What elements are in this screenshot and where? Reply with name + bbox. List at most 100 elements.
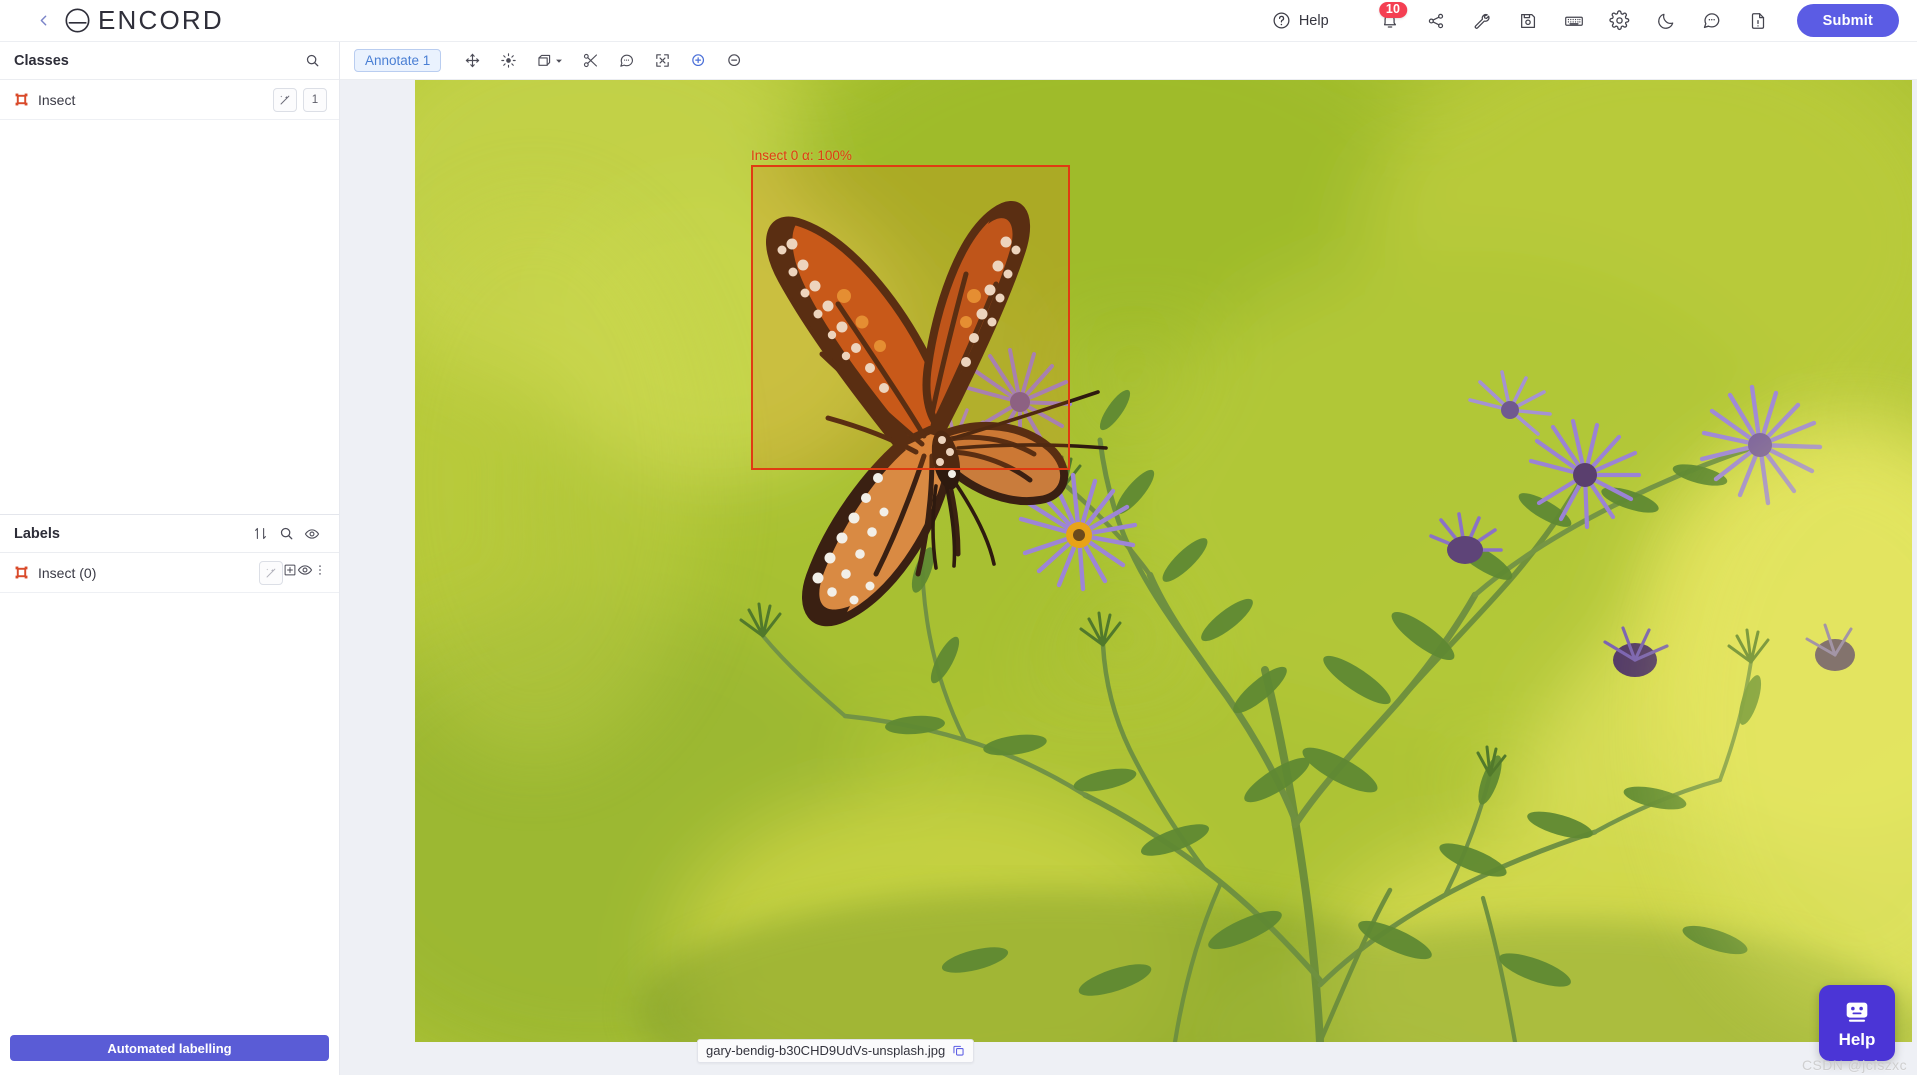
- label-item-insect[interactable]: Insect (0): [0, 553, 339, 593]
- share-icon: [1428, 13, 1443, 28]
- search-icon: [280, 527, 292, 540]
- keyboard-shortcuts-icon-button[interactable]: [1551, 2, 1597, 40]
- label-more-options-button[interactable]: [313, 563, 327, 582]
- app-body: Classes Insect 1 Labels Insect (0) Autom…: [0, 42, 1917, 1075]
- automated-labelling-button[interactable]: Automated labelling: [10, 1035, 329, 1061]
- labels-search-button[interactable]: [273, 521, 299, 547]
- copy-icon: [953, 1045, 964, 1056]
- move-arrows-icon: [465, 53, 479, 68]
- keyboard-shortcuts-icon: [1564, 16, 1583, 26]
- brightness-tool-button[interactable]: [491, 47, 525, 75]
- brand-logo-group[interactable]: ENCORD: [64, 5, 224, 36]
- dark-mode-moon-icon: [1657, 13, 1673, 29]
- fullscreen-tool-button[interactable]: [645, 47, 679, 75]
- classes-list-empty-area: [0, 120, 339, 514]
- classes-panel-header: Classes: [0, 42, 339, 80]
- file-info-icon-button[interactable]: [1735, 2, 1781, 40]
- settings-gear-icon: [1609, 10, 1630, 30]
- labels-list-empty-area: [0, 593, 339, 1023]
- chevron-down-icon: [556, 59, 563, 63]
- cut-tool-button[interactable]: [573, 47, 607, 75]
- labels-panel-header: Labels: [0, 515, 339, 553]
- filename-text: gary-bendig-b30CHD9UdVs-unsplash.jpg: [706, 1043, 946, 1058]
- help-circle-icon: [1273, 12, 1290, 29]
- bounding-box-icon: [538, 54, 551, 66]
- eye-icon: [297, 565, 313, 575]
- labels-panel: Labels Insect (0): [0, 514, 339, 1023]
- class-magic-wand-button[interactable]: [273, 87, 297, 112]
- bounding-box-icon: [15, 566, 27, 579]
- fullscreen-icon: [656, 54, 669, 67]
- help-widget-label: Help: [1838, 1030, 1876, 1049]
- zoom-in-tool-button[interactable]: [681, 47, 715, 75]
- zoom-out-icon: [728, 54, 740, 67]
- copy-filename-button[interactable]: [952, 1044, 965, 1057]
- watermark-text: CSDN @jcfszxc: [1802, 1057, 1907, 1073]
- classes-panel-title: Classes: [14, 52, 69, 69]
- submit-button[interactable]: Submit: [1796, 4, 1899, 37]
- help-button[interactable]: Help: [1272, 11, 1329, 30]
- wrench-icon-button[interactable]: [1459, 2, 1505, 40]
- zoom-in-icon: [692, 54, 704, 67]
- add-box-icon: [284, 564, 296, 576]
- comments-chat-icon: [1704, 13, 1720, 29]
- bounding-box-icon: [15, 93, 27, 106]
- sidebar-footer: Automated labelling: [0, 1023, 339, 1075]
- class-hotkey-badge[interactable]: 1: [303, 87, 327, 112]
- label-visibility-button[interactable]: [297, 562, 313, 583]
- class-item-label: Insect: [38, 91, 76, 108]
- save-icon-button[interactable]: [1505, 2, 1551, 40]
- back-button[interactable]: [26, 4, 60, 38]
- comments-icon-button[interactable]: [1689, 2, 1735, 40]
- left-sidebar: Classes Insect 1 Labels Insect (0) Autom…: [0, 42, 340, 1075]
- search-icon: [306, 54, 318, 67]
- brand-name: ENCORD: [98, 5, 224, 35]
- chevron-left-icon: [40, 15, 46, 26]
- bounding-box-label: Insect 0 α: 100%: [751, 148, 852, 163]
- comment-bubble-icon: [620, 54, 633, 67]
- encord-annotation-app: ENCORD Help 10 Submit Classes Insect 1 L…: [0, 0, 1917, 1075]
- labels-visibility-button[interactable]: [299, 521, 325, 547]
- canvas-area: Annotate 1 Insect 0 α: 100% gary-bendig-…: [340, 42, 1917, 1075]
- bounding-box-tool-button[interactable]: [527, 47, 571, 75]
- share-icon-button[interactable]: [1413, 2, 1459, 40]
- encord-logo-icon: [65, 8, 90, 33]
- zoom-out-tool-button[interactable]: [717, 47, 751, 75]
- help-label: Help: [1298, 12, 1329, 29]
- wrench-icon: [1474, 13, 1490, 29]
- robot-face-icon: [1846, 1002, 1868, 1022]
- scissors-icon: [583, 53, 597, 68]
- labels-sort-button[interactable]: [247, 521, 273, 547]
- label-magic-wand-button[interactable]: [259, 560, 283, 585]
- bounding-box-annotation[interactable]: Insect 0 α: 100%: [751, 148, 1070, 470]
- magic-wand-icon: [280, 95, 290, 104]
- image-stage[interactable]: Insect 0 α: 100% gary-bendig-b30CHD9UdVs…: [340, 80, 1917, 1075]
- top-header: ENCORD Help 10 Submit: [0, 0, 1917, 42]
- class-item-insect[interactable]: Insect 1: [0, 80, 339, 120]
- eye-icon: [304, 528, 320, 539]
- dark-mode-icon-button[interactable]: [1643, 2, 1689, 40]
- help-widget-button[interactable]: Help: [1819, 985, 1895, 1061]
- magic-wand-icon: [266, 568, 276, 577]
- comment-tool-button[interactable]: [609, 47, 643, 75]
- save-icon: [1520, 13, 1535, 28]
- file-info-icon: [1751, 12, 1764, 29]
- annotated-image[interactable]: Insect 0 α: 100%: [415, 80, 1912, 1042]
- brightness-sun-icon: [501, 53, 516, 68]
- label-shape-icon-wrapper: [10, 566, 32, 579]
- label-item-label: Insect (0): [38, 564, 97, 581]
- notification-badge: 10: [1378, 1, 1408, 19]
- image-content: [415, 80, 1912, 1042]
- label-add-button[interactable]: [283, 563, 297, 582]
- sort-icon: [254, 527, 266, 540]
- notifications-icon-button[interactable]: 10: [1367, 1, 1413, 40]
- class-shape-icon-wrapper: [10, 93, 32, 106]
- header-actions: Help 10 Submit: [1272, 1, 1917, 40]
- classes-search-button[interactable]: [299, 48, 325, 74]
- move-tool-button[interactable]: [455, 47, 489, 75]
- settings-gear-icon-button[interactable]: [1597, 2, 1643, 40]
- more-vertical-icon: [319, 565, 321, 575]
- annotation-toolbar: Annotate 1: [340, 42, 1917, 80]
- tab-annotate[interactable]: Annotate 1: [354, 49, 442, 72]
- labels-panel-title: Labels: [14, 525, 60, 542]
